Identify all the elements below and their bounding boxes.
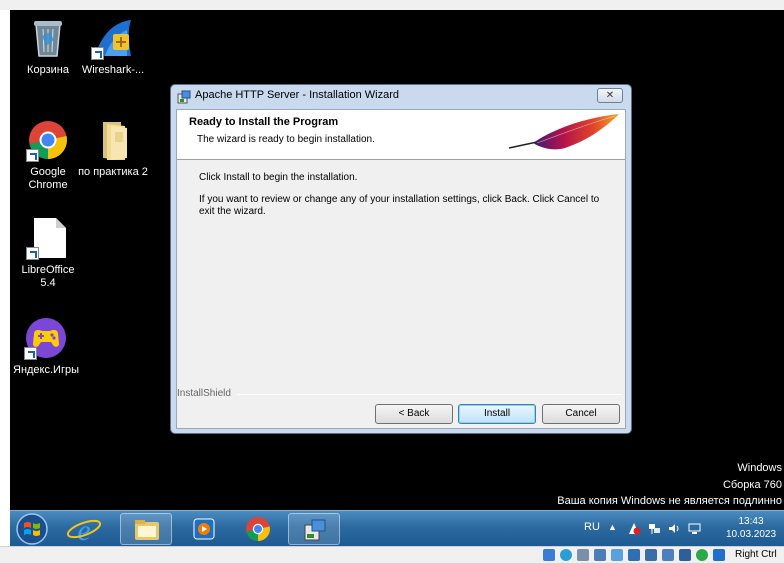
folder-icon bbox=[91, 118, 135, 162]
system-tray: RU ▲ 13:43 10.03.2023 bbox=[576, 511, 784, 547]
activation-watermark-line: Сборка 760 bbox=[722, 479, 782, 491]
internet-explorer-icon: e bbox=[66, 514, 102, 547]
folder-icon bbox=[135, 520, 159, 540]
desktop-icon-label: LibreOffice 5.4 bbox=[21, 264, 75, 289]
shared-folders-icon[interactable] bbox=[628, 549, 640, 561]
recycle-bin-icon bbox=[26, 16, 70, 60]
apache-feather-logo bbox=[508, 114, 619, 150]
back-button[interactable]: < Back bbox=[375, 404, 453, 424]
dialog-title: Apache HTTP Server - Installation Wizard bbox=[195, 89, 399, 101]
optical-drive-icon[interactable] bbox=[560, 549, 572, 561]
language-indicator[interactable]: RU bbox=[584, 521, 600, 533]
desktop-icon-yandex-games[interactable]: Яндекс.Игры bbox=[10, 316, 86, 377]
activation-watermark-line: Ваша копия Windows не является подлинно bbox=[557, 495, 782, 507]
desktop-icon-folder[interactable]: по практика 2 bbox=[73, 118, 153, 179]
cpu-icon[interactable] bbox=[679, 549, 691, 561]
activation-watermark-line: Windows bbox=[737, 462, 782, 474]
document-icon bbox=[26, 216, 70, 260]
usb-icon[interactable] bbox=[611, 549, 623, 561]
show-hidden-icons-button[interactable]: ▲ bbox=[608, 522, 617, 532]
windows-logo-icon bbox=[16, 513, 48, 545]
network-adapter-icon[interactable] bbox=[594, 549, 606, 561]
taskbar-chrome[interactable] bbox=[232, 513, 284, 545]
shortcut-arrow-icon bbox=[91, 47, 104, 60]
dialog-client-area: Ready to Install the Program The wizard … bbox=[176, 109, 626, 429]
shortcut-arrow-icon bbox=[24, 347, 37, 360]
desktop-icon-label: Google Chrome bbox=[28, 166, 68, 191]
virtualization-icon[interactable] bbox=[696, 549, 708, 561]
desktop-icon-wireshark[interactable]: Wireshark-... bbox=[73, 16, 153, 77]
cancel-button[interactable]: Cancel bbox=[542, 404, 620, 424]
review-settings-text: If you want to review or change any of y… bbox=[199, 194, 600, 217]
action-center-icon[interactable] bbox=[628, 522, 641, 535]
desktop-icon-label: Яндекс.Игры bbox=[13, 364, 79, 376]
display-icon[interactable] bbox=[645, 549, 657, 561]
desktop-icon-label: по практика 2 bbox=[78, 166, 148, 178]
dialog-titlebar[interactable]: Apache HTTP Server - Installation Wizard… bbox=[171, 85, 631, 107]
vm-status-bar: Right Ctrl bbox=[0, 546, 784, 563]
taskbar-clock[interactable]: 13:43 10.03.2023 bbox=[726, 515, 776, 541]
monitor-icon[interactable] bbox=[688, 522, 701, 535]
shortcut-arrow-icon bbox=[26, 149, 39, 162]
taskbar: e RU ▲ 13:43 10.03.2023 bbox=[10, 510, 784, 547]
video-capture-icon[interactable] bbox=[662, 549, 674, 561]
chrome-icon bbox=[26, 118, 70, 162]
desktop-icon-libreoffice[interactable]: LibreOffice 5.4 bbox=[10, 216, 88, 290]
close-icon: ✕ bbox=[605, 90, 615, 101]
install-button[interactable]: Install bbox=[458, 404, 536, 424]
instruction-text: Click Install to begin the installation. bbox=[199, 172, 358, 183]
hard-disk-icon[interactable] bbox=[543, 549, 555, 561]
installation-wizard-dialog[interactable]: Apache HTTP Server - Installation Wizard… bbox=[170, 84, 632, 434]
separator-line bbox=[237, 394, 622, 395]
wizard-subheading: The wizard is ready to begin installatio… bbox=[197, 134, 375, 145]
shortcut-arrow-icon bbox=[26, 247, 39, 260]
audio-icon[interactable] bbox=[577, 549, 589, 561]
network-icon[interactable] bbox=[648, 522, 661, 535]
start-button[interactable] bbox=[10, 511, 54, 547]
svg-text:e: e bbox=[77, 514, 90, 545]
taskbar-media-player[interactable] bbox=[178, 513, 230, 545]
installer-icon bbox=[304, 519, 326, 541]
mouse-integration-icon[interactable] bbox=[713, 549, 725, 561]
desktop-icon-label: Wireshark-... bbox=[81, 64, 145, 76]
chrome-icon bbox=[246, 517, 270, 541]
clock-date: 10.03.2023 bbox=[726, 529, 777, 540]
host-key-label: Right Ctrl bbox=[735, 549, 777, 560]
host-window-strip bbox=[0, 0, 784, 10]
clock-time: 13:43 bbox=[738, 516, 764, 527]
gamepad-icon bbox=[24, 316, 68, 360]
installer-app-icon bbox=[177, 89, 191, 104]
volume-icon[interactable] bbox=[668, 522, 681, 535]
taskbar-installer[interactable] bbox=[288, 513, 340, 545]
wizard-banner: Ready to Install the Program The wizard … bbox=[177, 110, 625, 160]
wizard-heading: Ready to Install the Program bbox=[189, 116, 339, 128]
taskbar-internet-explorer[interactable]: e bbox=[58, 513, 110, 547]
taskbar-explorer[interactable] bbox=[120, 513, 172, 545]
installshield-label: InstallShield bbox=[177, 388, 234, 399]
media-player-icon bbox=[193, 518, 215, 540]
wireshark-icon bbox=[91, 16, 135, 60]
close-button[interactable]: ✕ bbox=[597, 88, 623, 103]
